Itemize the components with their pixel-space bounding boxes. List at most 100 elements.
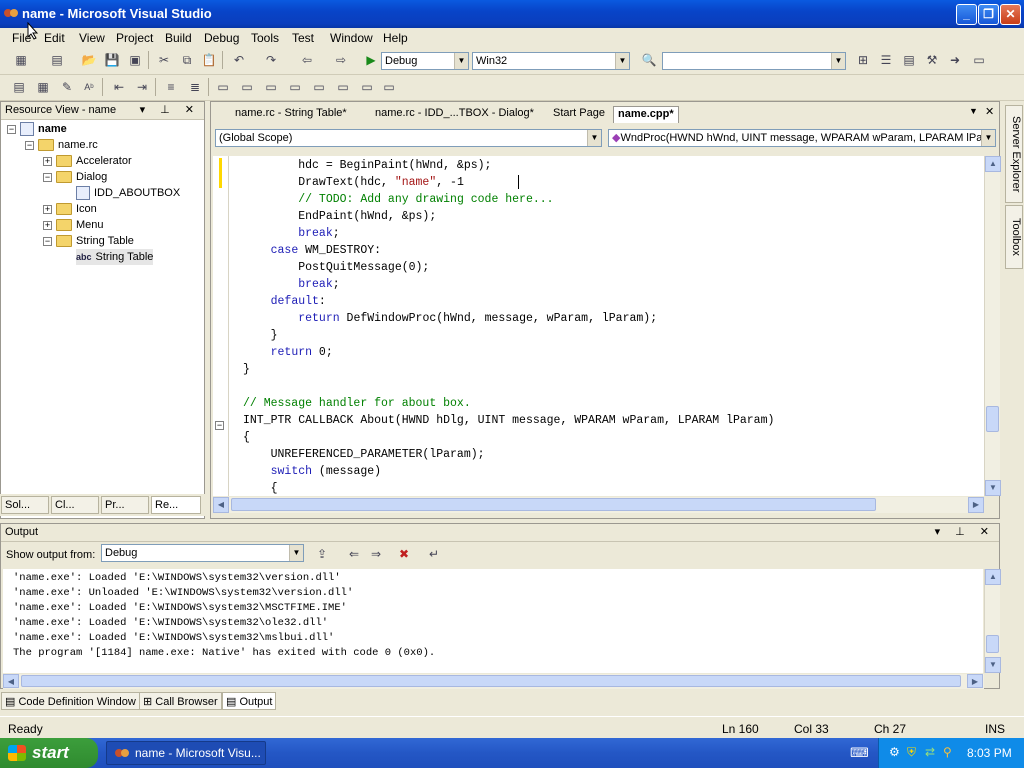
find-combo[interactable]: ▼ (662, 52, 846, 70)
code-line[interactable]: INT_PTR CALLBACK About(HWND hDlg, UINT m… (243, 412, 774, 429)
tab-toolbox[interactable]: Toolbox (1005, 205, 1023, 269)
start-debugging-icon[interactable]: ▶ (362, 51, 380, 69)
display-object-member-list-icon[interactable]: ▤ (10, 78, 28, 96)
properties-icon[interactable]: ☰ (877, 51, 895, 69)
minimize-button[interactable]: _ (956, 4, 977, 25)
member-select[interactable]: ◆WndProc(HWND hWnd, UINT message, WPARAM… (608, 129, 996, 147)
code-area[interactable]: hdc = BeginPaint(hWnd, &ps); DrawText(hd… (229, 156, 984, 496)
toggle-word-wrap-icon[interactable]: ↵ (425, 545, 443, 563)
code-line[interactable]: UNREFERENCED_PARAMETER(lParam); (243, 446, 485, 463)
output-horizontal-scrollbar[interactable]: ◀ ▶ (3, 674, 984, 689)
collapse-region-icon[interactable]: − (215, 421, 224, 430)
cut-icon[interactable]: ✂ (155, 51, 173, 69)
tree-item-icon[interactable]: + Icon (43, 201, 97, 217)
next-bookmark-icon[interactable]: ▭ (262, 78, 280, 96)
copy-icon[interactable]: ⧉ (178, 51, 196, 69)
code-line[interactable]: // TODO: Add any drawing code here... (243, 191, 553, 208)
tab-property-manager[interactable]: Pr... (101, 496, 149, 514)
search-icon[interactable]: ⚲ (943, 745, 952, 759)
solution-platform-select[interactable]: Win32 ▼ (472, 52, 630, 70)
next-bookmark-document-icon[interactable]: ▭ (358, 78, 376, 96)
output-source-select[interactable]: Debug ▼ (101, 544, 304, 562)
network-icon[interactable]: ⇄ (925, 745, 935, 759)
output-vertical-scrollbar[interactable]: ▲ ▼ (984, 569, 1001, 673)
security-shield-icon[interactable]: ⛨ (907, 745, 916, 760)
tree-item-accelerator[interactable]: + Accelerator (43, 153, 132, 169)
menu-edit[interactable]: Edit (44, 31, 65, 45)
previous-message-icon[interactable]: ⇐ (345, 545, 363, 563)
start-button[interactable]: start (0, 738, 98, 768)
keyboard-icon[interactable]: ⌨ (850, 745, 869, 761)
previous-bookmark-folder-icon[interactable]: ▭ (286, 78, 304, 96)
menu-tools[interactable]: Tools (251, 31, 279, 45)
complete-word-icon[interactable]: Aᵇ (80, 78, 98, 96)
scroll-thumb[interactable] (986, 406, 999, 432)
code-line[interactable]: { (243, 429, 250, 446)
code-line[interactable]: PostQuitMessage(0); (243, 259, 429, 276)
tree-item-project[interactable]: − name (7, 121, 67, 137)
collapse-icon[interactable]: − (43, 172, 52, 182)
tray-app-icon[interactable]: ⚙ (889, 745, 900, 759)
new-project-icon[interactable]: ▦ (12, 51, 30, 69)
navigate-backward-icon[interactable]: ⇦ (298, 51, 316, 69)
scroll-up-icon[interactable]: ▲ (985, 569, 1001, 585)
code-line[interactable]: hdc = BeginPaint(hWnd, &ps); (243, 157, 491, 174)
tab-class-view[interactable]: Cl... (51, 496, 99, 514)
save-all-icon[interactable]: ▣ (126, 51, 144, 69)
active-files-dropdown-icon[interactable]: ▼ (969, 106, 978, 116)
object-browser-icon[interactable]: ▤ (900, 51, 918, 69)
navigate-forward-icon[interactable]: ⇨ (332, 51, 350, 69)
code-line[interactable]: EndPaint(hWnd, &ps); (243, 208, 436, 225)
previous-bookmark-icon[interactable]: ▭ (238, 78, 256, 96)
toolbox-icon[interactable]: ⚒ (923, 51, 941, 69)
quick-info-icon[interactable]: ✎ (58, 78, 76, 96)
menu-project[interactable]: Project (116, 31, 153, 45)
collapse-icon[interactable]: − (7, 124, 16, 134)
tree-item-string-table-folder[interactable]: − String Table (43, 233, 134, 249)
save-icon[interactable]: 💾 (103, 51, 121, 69)
code-line[interactable]: break; (243, 225, 339, 242)
menu-help[interactable]: Help (383, 31, 408, 45)
code-line[interactable]: return DefWindowProc(hWnd, message, wPar… (243, 310, 657, 327)
menu-debug[interactable]: Debug (204, 31, 239, 45)
add-item-icon[interactable]: ▤ (48, 51, 66, 69)
scroll-thumb[interactable] (986, 635, 999, 653)
tab-name-cpp[interactable]: name.cpp* (613, 106, 679, 123)
clear-all-icon[interactable]: ✖ (395, 545, 413, 563)
scroll-left-icon[interactable]: ◀ (213, 497, 229, 513)
uncomment-icon[interactable]: ≣ (186, 78, 204, 96)
code-line[interactable]: } (243, 327, 278, 344)
tree-item-aboutbox[interactable]: IDD_ABOUTBOX (76, 185, 180, 201)
tab-output[interactable]: ▤ Output (222, 692, 277, 710)
code-line[interactable]: break; (243, 276, 339, 293)
next-message-icon[interactable]: ⇒ (367, 545, 385, 563)
menu-build[interactable]: Build (165, 31, 192, 45)
tree-item-string-table[interactable]: abc String Table (76, 249, 154, 265)
scroll-thumb[interactable] (231, 498, 876, 511)
tree-item-menu[interactable]: + Menu (43, 217, 104, 233)
code-line[interactable]: switch (message) (243, 463, 381, 480)
code-line[interactable]: DrawText(hdc, "name", -1 (243, 174, 464, 191)
menu-test[interactable]: Test (292, 31, 314, 45)
previous-bookmark-document-icon[interactable]: ▭ (334, 78, 352, 96)
scroll-down-icon[interactable]: ▼ (985, 480, 1001, 496)
expand-icon[interactable]: + (43, 220, 52, 230)
tab-call-browser[interactable]: ⊞ Call Browser (139, 692, 222, 710)
code-line[interactable]: { (243, 480, 278, 496)
taskbar-item-visual-studio[interactable]: name - Microsoft Visu... (106, 741, 266, 765)
tree-item-dialog[interactable]: − Dialog (43, 169, 107, 185)
menu-window[interactable]: Window (330, 31, 373, 45)
code-line[interactable]: } (243, 361, 250, 378)
tree-item-rc[interactable]: − name.rc (25, 137, 98, 153)
find-message-icon[interactable]: ⇪ (313, 545, 331, 563)
output-text[interactable]: 'name.exe': Loaded 'E:\WINDOWS\system32\… (3, 569, 983, 673)
start-page-icon[interactable]: ➜ (946, 51, 964, 69)
expand-icon[interactable]: + (43, 204, 52, 214)
collapse-icon[interactable]: − (25, 140, 34, 150)
redo-icon[interactable]: ↷ (262, 51, 280, 69)
close-button[interactable]: ✕ (1000, 4, 1021, 25)
scroll-left-icon[interactable]: ◀ (3, 674, 19, 688)
tab-solution-explorer[interactable]: Sol... (1, 496, 49, 514)
next-bookmark-folder-icon[interactable]: ▭ (310, 78, 328, 96)
code-line[interactable]: default: (243, 293, 326, 310)
